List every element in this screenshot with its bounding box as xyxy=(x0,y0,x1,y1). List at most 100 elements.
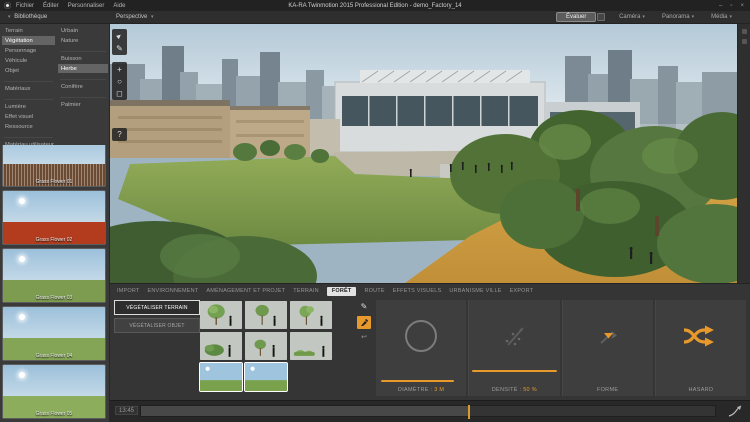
tab-amenagement-et-projet[interactable]: AMÉNAGEMENT ET PROJET xyxy=(206,288,285,294)
close-icon[interactable]: × xyxy=(740,3,744,9)
sidebar-item-terrain[interactable]: Terrain xyxy=(2,26,55,35)
veg-thumbnail-field-8[interactable] xyxy=(245,363,287,391)
sidebar-item-personnage[interactable]: Personnage xyxy=(2,46,55,55)
undo-icon: ↩ xyxy=(361,333,367,341)
menu-editer[interactable]: Éditer xyxy=(43,3,59,9)
param-slider-densite[interactable] xyxy=(472,370,557,373)
param-hasard[interactable]: HASARD xyxy=(655,300,746,396)
maximize-icon[interactable]: ▫ xyxy=(730,3,732,9)
time-slider-thumb[interactable] xyxy=(468,405,470,419)
param-slider-diametre[interactable] xyxy=(381,380,453,383)
time-value: 13:45 xyxy=(115,406,138,415)
vegetation-mode-buttons: VÉGÉTALISER TERRAIN VÉGÉTALISER OBJET xyxy=(114,300,200,336)
evaluate-button[interactable]: Évaluer xyxy=(556,12,596,22)
chevron-down-icon: ▾ xyxy=(692,14,695,20)
sun-path-curve-icon[interactable] xyxy=(728,405,742,417)
menu-aide[interactable]: Aide xyxy=(113,3,125,9)
scale-tool-icon[interactable]: ◻ xyxy=(112,87,127,99)
veg-thumbnail-tree-2-2[interactable] xyxy=(245,301,287,329)
sidebar-item-materiaux[interactable]: Matériaux xyxy=(2,84,55,93)
veg-thumbnail-image xyxy=(290,301,332,329)
veg-thumbnail-image xyxy=(200,332,242,360)
view-mode-dropdown[interactable]: Perspective ▾ xyxy=(116,14,156,20)
chevron-down-icon: ▾ xyxy=(642,14,645,20)
sidebar-subitem-conifere[interactable]: Conifère xyxy=(58,82,108,91)
viewport-3d-scene[interactable] xyxy=(110,24,737,283)
toolbar-dropdowns: Caméra▾ Panorama▾ Média▾ xyxy=(619,14,734,20)
tab-environnement[interactable]: ENVIRONNEMENT xyxy=(148,288,199,294)
tab-urbanisme-ville[interactable]: URBANISME VILLE xyxy=(449,288,501,294)
sidebar-item-ressource[interactable]: Ressource xyxy=(2,122,55,131)
tab-export[interactable]: EXPORT xyxy=(510,288,534,294)
veg-thumbnail-image xyxy=(245,332,287,360)
eyedropper-tool[interactable] xyxy=(357,316,371,329)
divider xyxy=(60,92,106,98)
menu-fichier[interactable]: Fichier xyxy=(16,3,34,9)
divider xyxy=(60,74,106,80)
sidebar-subitem-palmier[interactable]: Palmier xyxy=(58,100,108,109)
window-controls: – ▫ × xyxy=(719,3,750,9)
veg-thumbnail-field-7[interactable] xyxy=(200,363,242,391)
menu-personnaliser[interactable]: Personnaliser xyxy=(68,3,105,9)
tab-import[interactable]: IMPORT xyxy=(117,288,140,294)
sidebar-subitem-herbe[interactable]: Herbe xyxy=(58,64,108,73)
time-slider-fill xyxy=(141,406,468,416)
chevron-down-icon: ▾ xyxy=(151,14,154,20)
panel-handle-icon[interactable] xyxy=(742,39,747,44)
brush-tool-strip: ✎↩ xyxy=(357,300,371,345)
paint-brush-icon: ✎ xyxy=(361,302,368,311)
sidebar-item-lumiere[interactable]: Lumière xyxy=(2,102,55,111)
select-cursor-icon[interactable]: ► xyxy=(112,30,127,42)
dropdown-panorama[interactable]: Panorama▾ xyxy=(662,14,696,20)
move-tool-icon[interactable]: + xyxy=(112,63,127,75)
preset-caption: Grass Flower 04 xyxy=(3,353,105,359)
sidebar-item-objet[interactable]: Objet xyxy=(2,66,55,75)
dropdown-camera[interactable]: Caméra▾ xyxy=(619,14,647,20)
preset-caption: Grass Flower 05 xyxy=(3,411,105,417)
library-panel-toggle[interactable]: ▾ Bibliothèque xyxy=(6,14,47,20)
tab-foret[interactable]: FORÊT xyxy=(327,287,357,296)
mode-vegetaliser-objet[interactable]: VÉGÉTALISER OBJET xyxy=(114,318,200,333)
param-label-densite: DENSITÉ : 50 % xyxy=(469,387,559,393)
sidebar-subitem-buisson[interactable]: Buisson xyxy=(58,54,108,63)
preset-grass-flower-04[interactable]: Grass Flower 04 xyxy=(2,306,106,361)
sidebar-subitem-urbain[interactable]: Urbain xyxy=(58,26,108,35)
minimize-icon[interactable]: – xyxy=(719,3,722,9)
veg-thumbnail-bush-4[interactable] xyxy=(200,332,242,360)
viewport-3d[interactable]: ► ✎ + ○ ◻ ? xyxy=(110,24,737,283)
preset-grass-flower-01[interactable]: Grass Flower 01 xyxy=(2,145,106,187)
preset-grass-flower-02[interactable]: Grass Flower 02 xyxy=(2,190,106,245)
preset-list: Grass Flower 01 Grass Flower 02 Grass Fl… xyxy=(2,145,106,422)
view-mode-label: Perspective xyxy=(116,14,147,20)
param-forme[interactable]: FORME xyxy=(562,300,653,396)
veg-thumbnail-image xyxy=(245,363,287,391)
preset-grass-flower-05[interactable]: Grass Flower 05 xyxy=(2,364,106,419)
undo-tool[interactable]: ↩ xyxy=(357,332,371,342)
rotate-tool-icon[interactable]: ○ xyxy=(112,75,127,87)
veg-thumbnail-tree-3-3[interactable] xyxy=(290,301,332,329)
paint-brush-tool[interactable]: ✎ xyxy=(357,300,371,313)
param-diametre[interactable]: DIAMÈTRE : 3 M xyxy=(376,300,466,396)
preset-grass-flower-03[interactable]: Grass Flower 03 xyxy=(2,248,106,303)
veg-thumbnail-tree-small-5[interactable] xyxy=(245,332,287,360)
chevron-down-icon: ▾ xyxy=(8,14,11,20)
time-slider-track[interactable] xyxy=(140,405,716,417)
mode-vegetaliser-terrain[interactable]: VÉGÉTALISER TERRAIN xyxy=(114,300,200,315)
sidebar-item-vegetation[interactable]: Végétation xyxy=(2,36,55,45)
dropdown-media[interactable]: Média▾ xyxy=(711,14,734,20)
sidebar-subitem-nature[interactable]: Nature xyxy=(58,36,108,45)
param-densite[interactable]: DENSITÉ : 50 % xyxy=(468,300,559,396)
veg-thumbnail-tree-1-1[interactable] xyxy=(200,301,242,329)
panel-handle-icon[interactable] xyxy=(742,29,747,34)
preset-caption: Grass Flower 02 xyxy=(3,237,105,243)
veg-thumbnail-grass-6[interactable] xyxy=(290,332,332,360)
tab-terrain[interactable]: TERRAIN xyxy=(293,288,319,294)
tab-effets-visuels[interactable]: EFFETS VISUELS xyxy=(393,288,442,294)
paint-tool-icon[interactable]: ✎ xyxy=(112,42,127,54)
sidebar-item-effet-visuel[interactable]: Effet visuel xyxy=(2,112,55,121)
sidebar-item-vehicule[interactable]: Véhicule xyxy=(2,56,55,65)
evaluate-settings-icon[interactable] xyxy=(597,13,605,21)
tab-route[interactable]: ROUTE xyxy=(364,288,384,294)
help-button[interactable]: ? xyxy=(112,128,127,141)
veg-thumbnail-image xyxy=(200,301,242,329)
